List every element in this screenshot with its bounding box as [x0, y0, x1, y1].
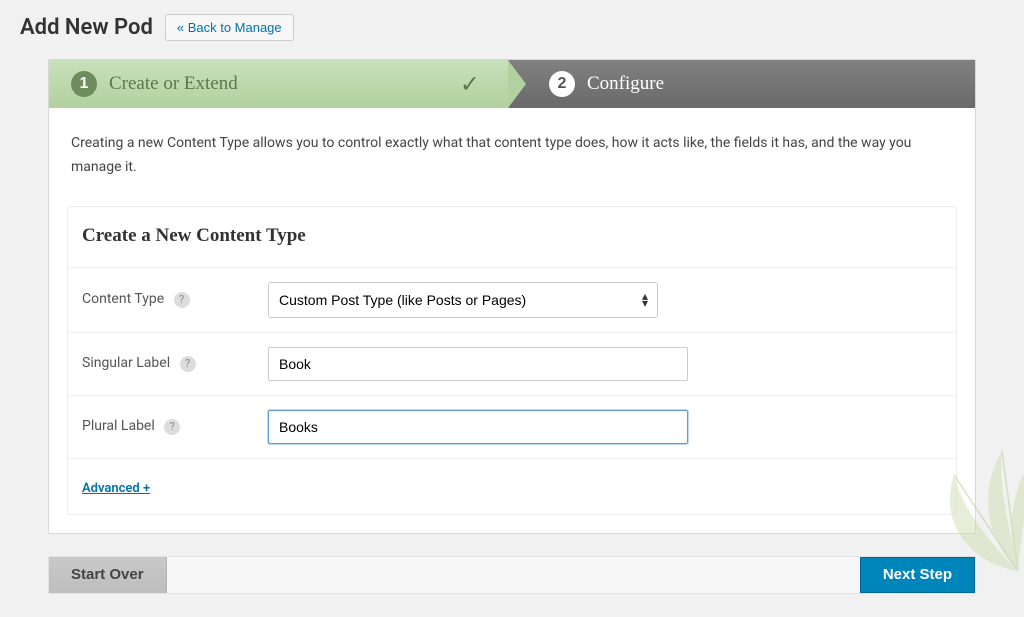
step-create-or-extend[interactable]: 1 Create or Extend ✓ — [49, 60, 509, 108]
page-title: Add New Pod — [20, 15, 153, 40]
create-content-type-panel: Create a New Content Type Content Type ?… — [67, 206, 957, 515]
row-plural-label: Plural Label ? — [68, 395, 956, 458]
next-step-button[interactable]: Next Step — [860, 557, 975, 593]
content-type-select[interactable]: Custom Post Type (like Posts or Pages) — [268, 282, 658, 318]
intro-text: Creating a new Content Type allows you t… — [67, 132, 957, 206]
start-over-button[interactable]: Start Over — [49, 557, 167, 593]
step-label-2: Configure — [587, 73, 664, 95]
row-singular-label: Singular Label ? — [68, 332, 956, 395]
help-icon[interactable]: ? — [174, 292, 190, 308]
wizard-footer: Start Over Next Step — [48, 556, 976, 594]
wizard-container: 1 Create or Extend ✓ 2 Configure Creatin… — [48, 59, 976, 534]
row-advanced: Advanced + — [68, 458, 956, 514]
step-label-1: Create or Extend — [109, 73, 238, 95]
step-configure[interactable]: 2 Configure — [509, 60, 975, 108]
wizard-body: Creating a new Content Type allows you t… — [49, 108, 975, 533]
check-icon: ✓ — [460, 70, 486, 99]
page-header: Add New Pod « Back to Manage — [0, 0, 1024, 59]
step-number-2: 2 — [549, 71, 575, 97]
help-icon[interactable]: ? — [164, 419, 180, 435]
panel-title: Create a New Content Type — [68, 207, 956, 253]
plural-label-input[interactable] — [268, 410, 688, 444]
advanced-toggle-link[interactable]: Advanced + — [82, 481, 150, 496]
wizard-steps: 1 Create or Extend ✓ 2 Configure — [49, 60, 975, 108]
help-icon[interactable]: ? — [180, 356, 196, 372]
singular-label-input[interactable] — [268, 347, 688, 381]
back-to-manage-button[interactable]: « Back to Manage — [165, 14, 294, 41]
content-type-select-wrap: Custom Post Type (like Posts or Pages) ▴… — [268, 282, 658, 318]
form-table: Content Type ? Custom Post Type (like Po… — [68, 267, 956, 514]
label-plural: Plural Label ? — [68, 395, 268, 458]
row-content-type: Content Type ? Custom Post Type (like Po… — [68, 267, 956, 332]
label-singular: Singular Label ? — [68, 332, 268, 395]
label-content-type: Content Type ? — [68, 267, 268, 332]
step-number-1: 1 — [71, 71, 97, 97]
